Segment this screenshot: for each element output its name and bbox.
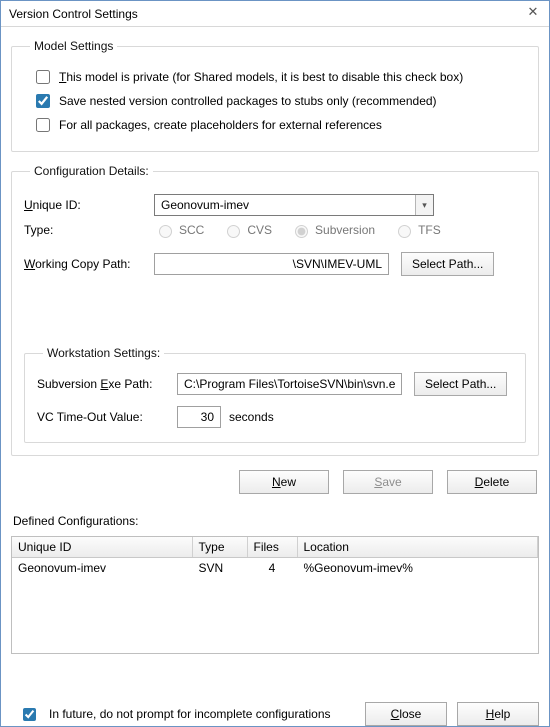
select-exe-path-button[interactable]: Select Path... bbox=[414, 372, 507, 396]
type-radio-group: SCC CVS Subversion TFS bbox=[154, 222, 441, 238]
stubs-label[interactable]: Save nested version controlled packages … bbox=[59, 94, 437, 108]
type-cvs[interactable]: CVS bbox=[222, 222, 272, 238]
placeholders-checkbox[interactable] bbox=[36, 118, 50, 132]
new-button[interactable]: New bbox=[239, 470, 329, 494]
close-icon[interactable]: ✕ bbox=[523, 3, 543, 23]
future-prompt-label[interactable]: In future, do not prompt for incomplete … bbox=[49, 707, 331, 721]
timeout-unit: seconds bbox=[229, 410, 274, 424]
timeout-input[interactable] bbox=[177, 406, 221, 428]
chevron-down-icon[interactable]: ▾ bbox=[415, 195, 433, 215]
table-header-row: Unique ID Type Files Location bbox=[12, 537, 538, 558]
type-scc[interactable]: SCC bbox=[154, 222, 204, 238]
cell-type: SVN bbox=[192, 558, 247, 579]
titlebar: Version Control Settings ✕ bbox=[1, 1, 549, 27]
working-path-label: Working Copy Path: bbox=[24, 257, 154, 271]
placeholders-label[interactable]: For all packages, create placeholders fo… bbox=[59, 118, 382, 132]
table-row[interactable]: Geonovum-imevSVN4%Geonovum-imev% bbox=[12, 558, 538, 579]
cell-id: Geonovum-imev bbox=[12, 558, 192, 579]
workstation-legend: Workstation Settings: bbox=[43, 346, 164, 360]
unique-id-value: Geonovum-imev bbox=[161, 198, 249, 212]
model-settings-legend: Model Settings bbox=[30, 39, 117, 53]
future-prompt-checkbox[interactable] bbox=[23, 708, 36, 721]
defined-config-table-wrap: Unique ID Type Files Location Geonovum-i… bbox=[11, 536, 539, 654]
stubs-checkbox[interactable] bbox=[36, 94, 50, 108]
defined-config-table: Unique ID Type Files Location Geonovum-i… bbox=[12, 537, 538, 578]
timeout-label: VC Time-Out Value: bbox=[37, 410, 177, 424]
vc-settings-dialog: Version Control Settings ✕ Model Setting… bbox=[0, 0, 550, 727]
working-path-input[interactable] bbox=[154, 253, 389, 275]
model-settings-group: Model Settings This model is private (fo… bbox=[11, 39, 539, 152]
exe-path-input[interactable] bbox=[177, 373, 402, 395]
cell-files: 4 bbox=[247, 558, 297, 579]
col-location[interactable]: Location bbox=[297, 537, 538, 558]
config-details-legend: Configuration Details: bbox=[30, 164, 153, 178]
type-label: Type: bbox=[24, 223, 154, 237]
config-button-row: New Save Delete bbox=[13, 470, 537, 494]
col-files[interactable]: Files bbox=[247, 537, 297, 558]
type-svn[interactable]: Subversion bbox=[290, 222, 375, 238]
save-button[interactable]: Save bbox=[343, 470, 433, 494]
select-working-path-button[interactable]: Select Path... bbox=[401, 252, 494, 276]
col-type[interactable]: Type bbox=[192, 537, 247, 558]
unique-id-combo[interactable]: Geonovum-imev ▾ bbox=[154, 194, 434, 216]
window-title: Version Control Settings bbox=[9, 7, 138, 21]
type-tfs[interactable]: TFS bbox=[393, 222, 441, 238]
unique-id-label: Unique ID: bbox=[24, 198, 154, 212]
delete-button[interactable]: Delete bbox=[447, 470, 537, 494]
private-label[interactable]: This model is private (for Shared models… bbox=[59, 70, 463, 84]
private-checkbox[interactable] bbox=[36, 70, 50, 84]
exe-path-label: Subversion Exe Path: bbox=[37, 377, 177, 391]
col-unique-id[interactable]: Unique ID bbox=[12, 537, 192, 558]
close-button[interactable]: Close bbox=[365, 702, 447, 726]
defined-config-label: Defined Configurations: bbox=[13, 514, 537, 528]
workstation-settings-group: Workstation Settings: Subversion Exe Pat… bbox=[24, 346, 526, 443]
footer-row: In future, do not prompt for incomplete … bbox=[1, 696, 549, 726]
config-details-group: Configuration Details: Unique ID: Geonov… bbox=[11, 164, 539, 456]
cell-location: %Geonovum-imev% bbox=[297, 558, 538, 579]
help-button[interactable]: Help bbox=[457, 702, 539, 726]
